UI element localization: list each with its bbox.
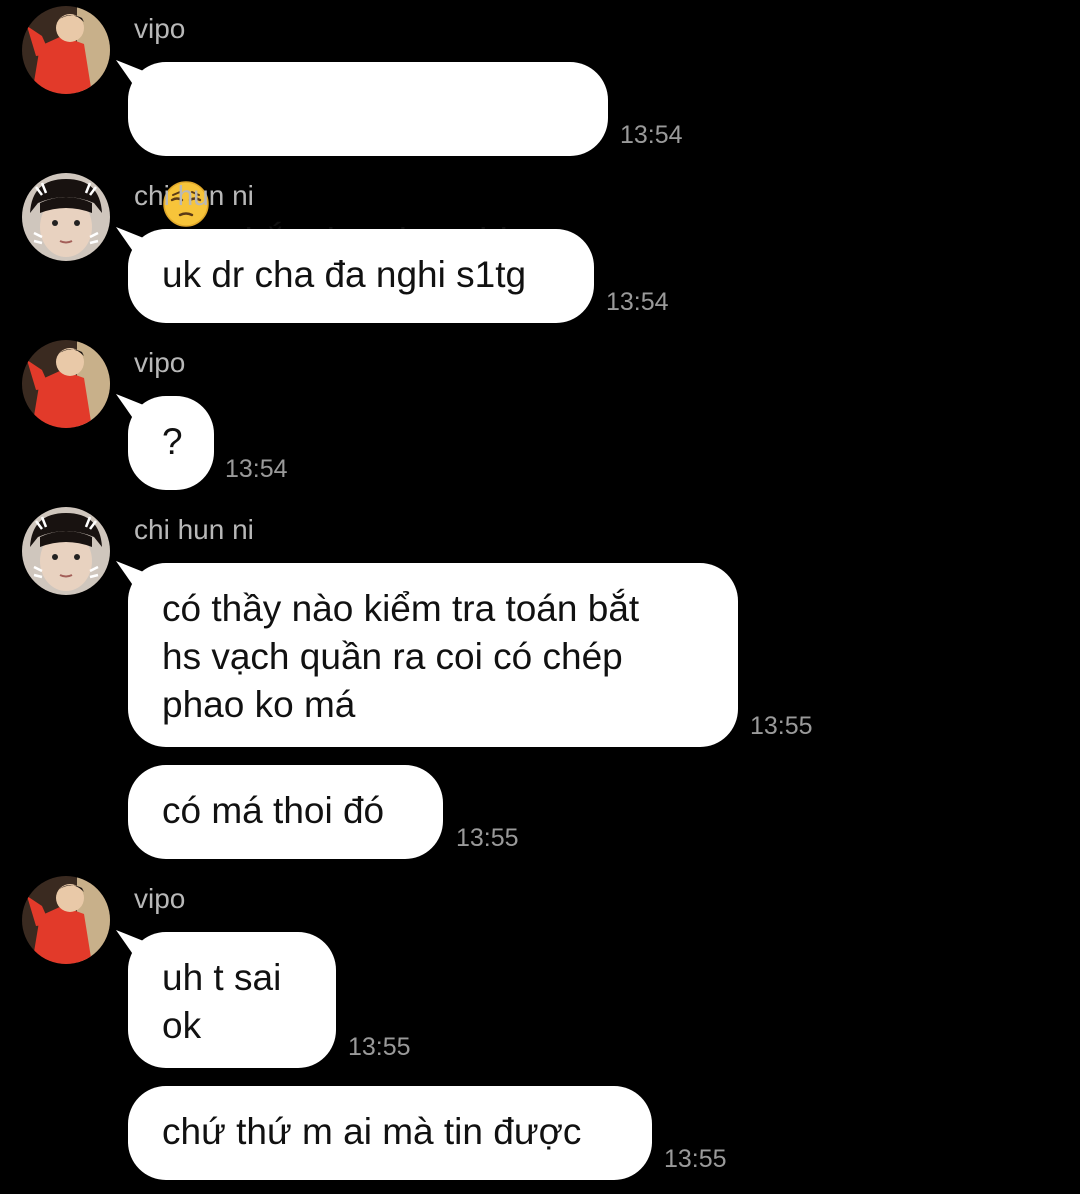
avatar-vipo[interactable] (22, 6, 110, 94)
message-time: 13:55 (456, 824, 519, 852)
avatar-vipo[interactable] (22, 340, 110, 428)
avatar-chi-hun-ni[interactable] (22, 507, 110, 595)
sender-name: chi hun ni (134, 514, 254, 545)
message-time: 13:55 (348, 1033, 411, 1061)
message-time: 13:54 (606, 288, 669, 316)
message-bubble[interactable]: uh t sai ok (128, 932, 336, 1068)
avatar-chi-hun-ni[interactable] (22, 173, 110, 261)
message-bubble[interactable]: có thầy nào kiểm tra toán bắt hs vạch qu… (128, 563, 738, 747)
chat-thread: vipo chắc do t đa nghi r 13:54 (0, 0, 1080, 1194)
sender-name: vipo (134, 883, 186, 914)
sender-name: vipo (134, 13, 186, 44)
sender-name: chi hun ni (134, 180, 254, 211)
pensive-face-icon (162, 132, 210, 227)
message-bubble[interactable]: ? (128, 396, 214, 490)
message-bubble[interactable]: uk dr cha đa nghi s1tg (128, 229, 594, 323)
sender-name: vipo (134, 347, 186, 378)
avatar-vipo[interactable] (22, 876, 110, 964)
message-time: 13:55 (750, 712, 813, 740)
message-bubble[interactable]: chứ thứ m ai mà tin được (128, 1086, 652, 1180)
message-time: 13:54 (225, 455, 288, 483)
message-time: 13:55 (664, 1145, 727, 1173)
message-bubble[interactable]: chắc do t đa nghi r (128, 62, 608, 262)
message-bubble[interactable]: có má thoi đó (128, 765, 443, 859)
message-time: 13:54 (620, 121, 683, 149)
